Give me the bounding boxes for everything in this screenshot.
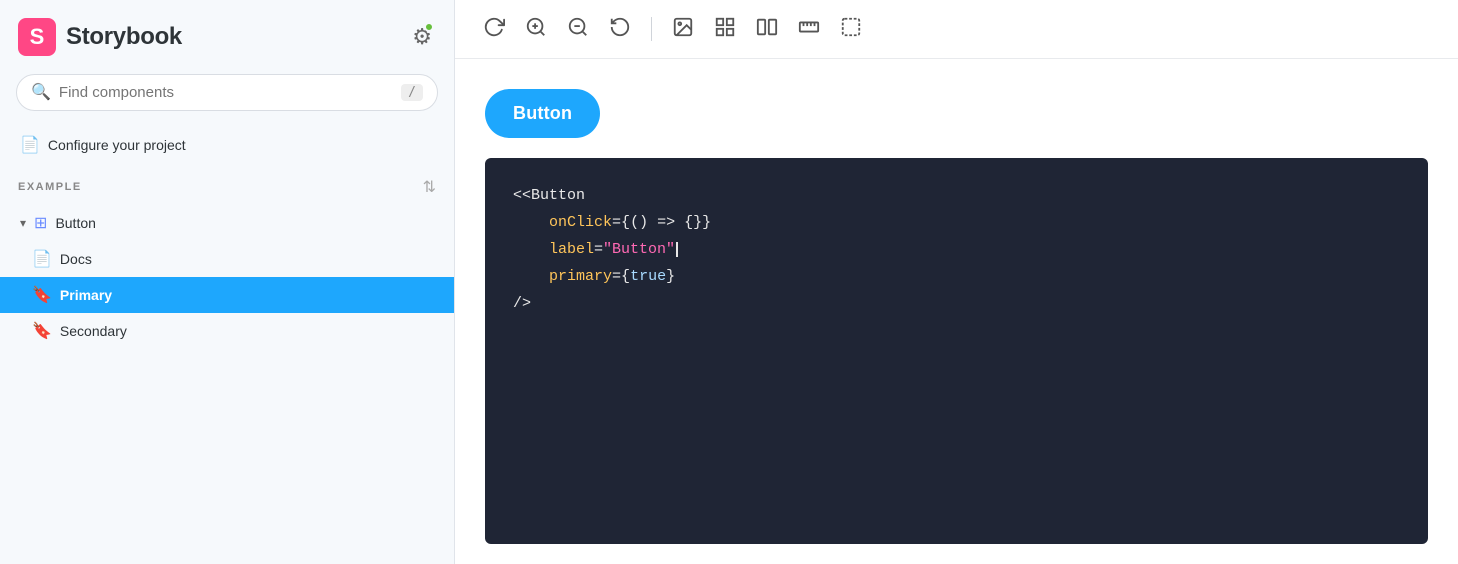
code-tag-open: <	[513, 187, 522, 204]
primary-bookmark-icon: 🔖	[32, 285, 52, 305]
code-attr-label: label	[549, 241, 594, 258]
code-line-5: />	[513, 290, 1400, 317]
code-line-2: onClick={() => {}}	[513, 209, 1400, 236]
component-preview: Button	[485, 89, 1428, 138]
code-line-4: primary={true}	[513, 263, 1400, 290]
docs-icon: 📄	[32, 249, 52, 269]
secondary-bookmark-icon: 🔖	[32, 321, 52, 341]
notification-dot	[424, 22, 434, 32]
sidebar: S Storybook ⚙ 🔍 / 📄 Configure your proje…	[0, 0, 455, 564]
main-area: Button <<Button onClick={() => {}} label…	[455, 0, 1458, 564]
zoom-out-button[interactable]	[559, 10, 597, 48]
code-line-3: label="Button"	[513, 236, 1400, 263]
code-tag-name: <Button	[522, 187, 585, 204]
sidebar-item-secondary[interactable]: 🔖 Secondary	[0, 313, 454, 349]
configure-project-item[interactable]: 📄 Configure your project	[0, 127, 454, 163]
code-attr-onclick: onClick	[549, 214, 612, 231]
code-value-primary: true	[630, 268, 666, 285]
sidebar-item-primary[interactable]: 🔖 Primary	[0, 277, 454, 313]
grid-view-icon	[714, 16, 736, 42]
zoom-in-button[interactable]	[517, 10, 555, 48]
pages-icon	[756, 16, 778, 42]
sidebar-header: S Storybook ⚙	[0, 0, 454, 70]
settings-button[interactable]: ⚙	[408, 20, 436, 54]
search-shortcut: /	[401, 84, 423, 101]
toolbar-divider-1	[651, 17, 652, 41]
configure-icon: 📄	[20, 135, 40, 155]
button-group-label: Button	[55, 215, 95, 231]
secondary-label: Secondary	[60, 323, 127, 339]
reload-button[interactable]	[475, 10, 513, 48]
sidebar-nav: 📄 Configure your project EXAMPLE ⇅ ▾ ⊞ B…	[0, 127, 454, 564]
grid-icon: ⊞	[34, 213, 47, 233]
preview-button[interactable]: Button	[485, 89, 600, 138]
search-bar[interactable]: 🔍 /	[16, 74, 438, 111]
code-line-1: <<Button	[513, 182, 1400, 209]
sidebar-item-docs[interactable]: 📄 Docs	[0, 241, 454, 277]
reset-zoom-button[interactable]	[601, 10, 639, 48]
docs-label: Docs	[60, 251, 92, 267]
primary-label: Primary	[60, 287, 112, 303]
code-value-label: "Button"	[603, 241, 675, 258]
example-section-header: EXAMPLE ⇅	[0, 163, 454, 205]
toolbar	[455, 0, 1458, 59]
app-title: Storybook	[66, 23, 182, 51]
configure-label: Configure your project	[48, 137, 186, 153]
measure-icon	[798, 16, 820, 42]
code-block: <<Button onClick={() => {}} label="Butto…	[485, 158, 1428, 544]
reset-zoom-icon	[609, 16, 631, 42]
image-icon	[672, 16, 694, 42]
reload-icon	[483, 16, 505, 42]
logo-area: S Storybook	[18, 18, 182, 56]
view-grid-button[interactable]	[706, 10, 744, 48]
measure-button[interactable]	[790, 10, 828, 48]
zoom-out-icon	[567, 16, 589, 42]
outline-button[interactable]	[832, 10, 870, 48]
chevron-down-icon: ▾	[20, 216, 26, 230]
storybook-logo-icon: S	[18, 18, 56, 56]
outline-icon	[840, 16, 862, 42]
code-attr-primary: primary	[549, 268, 612, 285]
sidebar-item-button-group[interactable]: ▾ ⊞ Button	[0, 205, 454, 241]
view-image-button[interactable]	[664, 10, 702, 48]
code-self-close: />	[513, 295, 531, 312]
preview-area: Button <<Button onClick={() => {}} label…	[455, 59, 1458, 564]
view-pages-button[interactable]	[748, 10, 786, 48]
sort-icon[interactable]: ⇅	[423, 177, 436, 197]
section-label: EXAMPLE	[18, 181, 82, 193]
zoom-in-icon	[525, 16, 547, 42]
search-icon: 🔍	[31, 85, 51, 101]
search-input[interactable]	[59, 84, 393, 101]
